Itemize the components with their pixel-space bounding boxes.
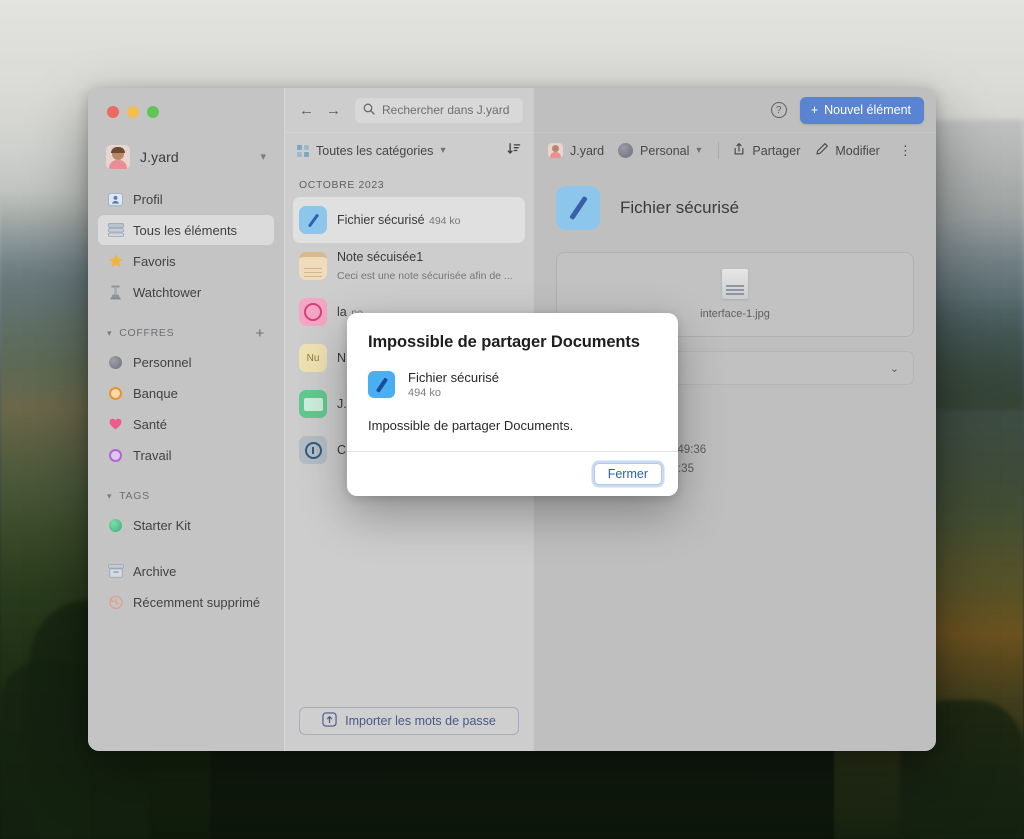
close-dialog-button[interactable]: Fermer [593,463,662,485]
dialog-footer: Fermer [347,451,678,496]
dialog-message: Impossible de partager Documents. [368,418,574,433]
share-error-dialog: Impossible de partager Documents Fichier… [347,313,678,496]
document-pen-icon [368,371,395,398]
desktop-wallpaper: J.yard ▾ Profil Tous les éléments Favori… [0,0,1024,839]
dialog-file-name: Fichier sécurisé [408,370,500,385]
dialog-file-size: 494 ko [408,387,442,399]
app-window: J.yard ▾ Profil Tous les éléments Favori… [88,88,936,751]
wallpaper-tree-2 [0,660,90,839]
dialog-title: Impossible de partager Documents [368,333,640,351]
dialog-file-row: Fichier sécurisé 494 ko [368,370,657,399]
